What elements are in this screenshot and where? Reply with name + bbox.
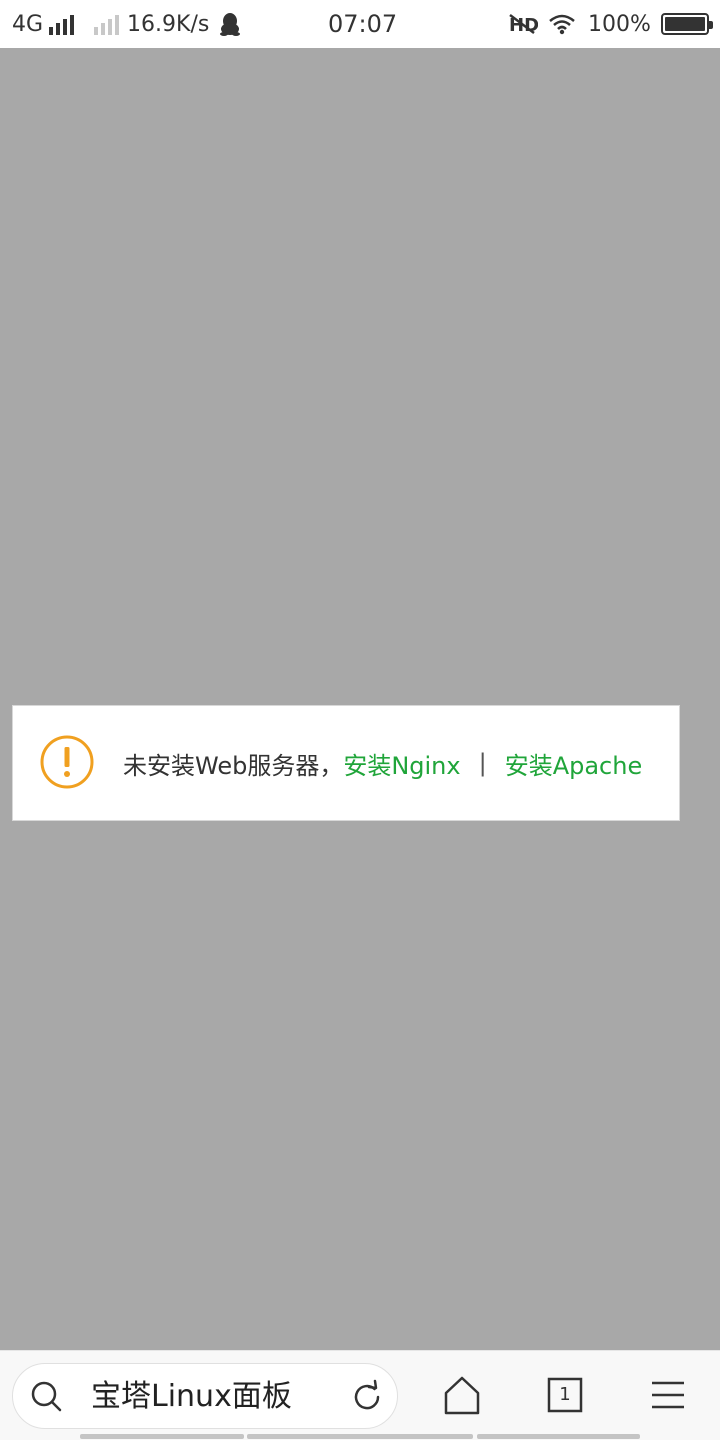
status-right: HD 100% bbox=[508, 0, 715, 48]
page-overlay: 未安装Web服务器， 安装Nginx | 安装Apache bbox=[0, 48, 720, 1350]
home-indicator bbox=[247, 1434, 473, 1439]
wifi-icon bbox=[548, 13, 576, 35]
network-type: 4G bbox=[12, 11, 44, 37]
link-separator: | bbox=[478, 749, 487, 777]
battery-icon bbox=[660, 13, 713, 35]
qq-icon bbox=[219, 12, 241, 36]
browser-bottom-bar: 宝塔Linux面板 1 bbox=[0, 1350, 720, 1440]
home-indicator bbox=[80, 1434, 244, 1439]
menu-icon[interactable] bbox=[646, 1373, 690, 1417]
battery-percent: 100% bbox=[588, 11, 651, 37]
time-text: 07:07 bbox=[328, 10, 398, 38]
clock: 07:07 bbox=[328, 0, 397, 48]
signal-weak-icon bbox=[94, 13, 120, 35]
network-indicator: 4G 16.9K/s bbox=[12, 0, 241, 48]
status-bar: 4G 16.9K/s 07:07 H bbox=[0, 0, 720, 48]
page-title[interactable]: 宝塔Linux面板 bbox=[91, 1364, 292, 1430]
screen: 4G 16.9K/s 07:07 H bbox=[0, 0, 720, 1440]
network-speed: 16.9K/s bbox=[127, 11, 210, 37]
warning-icon bbox=[39, 734, 95, 790]
install-apache-link[interactable]: 安装Apache bbox=[505, 746, 643, 781]
tab-count: 1 bbox=[559, 1384, 571, 1405]
no-webserver-notice: 未安装Web服务器， 安装Nginx | 安装Apache bbox=[12, 705, 680, 821]
tabs-button[interactable]: 1 bbox=[543, 1373, 587, 1417]
install-nginx-link[interactable]: 安装Nginx bbox=[343, 746, 460, 781]
refresh-icon[interactable] bbox=[349, 1379, 385, 1415]
hd-off-icon: HD bbox=[508, 13, 538, 35]
home-icon[interactable] bbox=[440, 1373, 484, 1417]
notice-message: 未安装Web服务器， bbox=[123, 751, 344, 780]
signal-icon bbox=[49, 13, 75, 35]
home-indicator bbox=[477, 1434, 640, 1439]
address-bar[interactable]: 宝塔Linux面板 bbox=[12, 1363, 398, 1429]
search-icon[interactable] bbox=[29, 1379, 65, 1415]
notice-text: 未安装Web服务器， 安装Nginx | 安装Apache bbox=[123, 706, 642, 820]
